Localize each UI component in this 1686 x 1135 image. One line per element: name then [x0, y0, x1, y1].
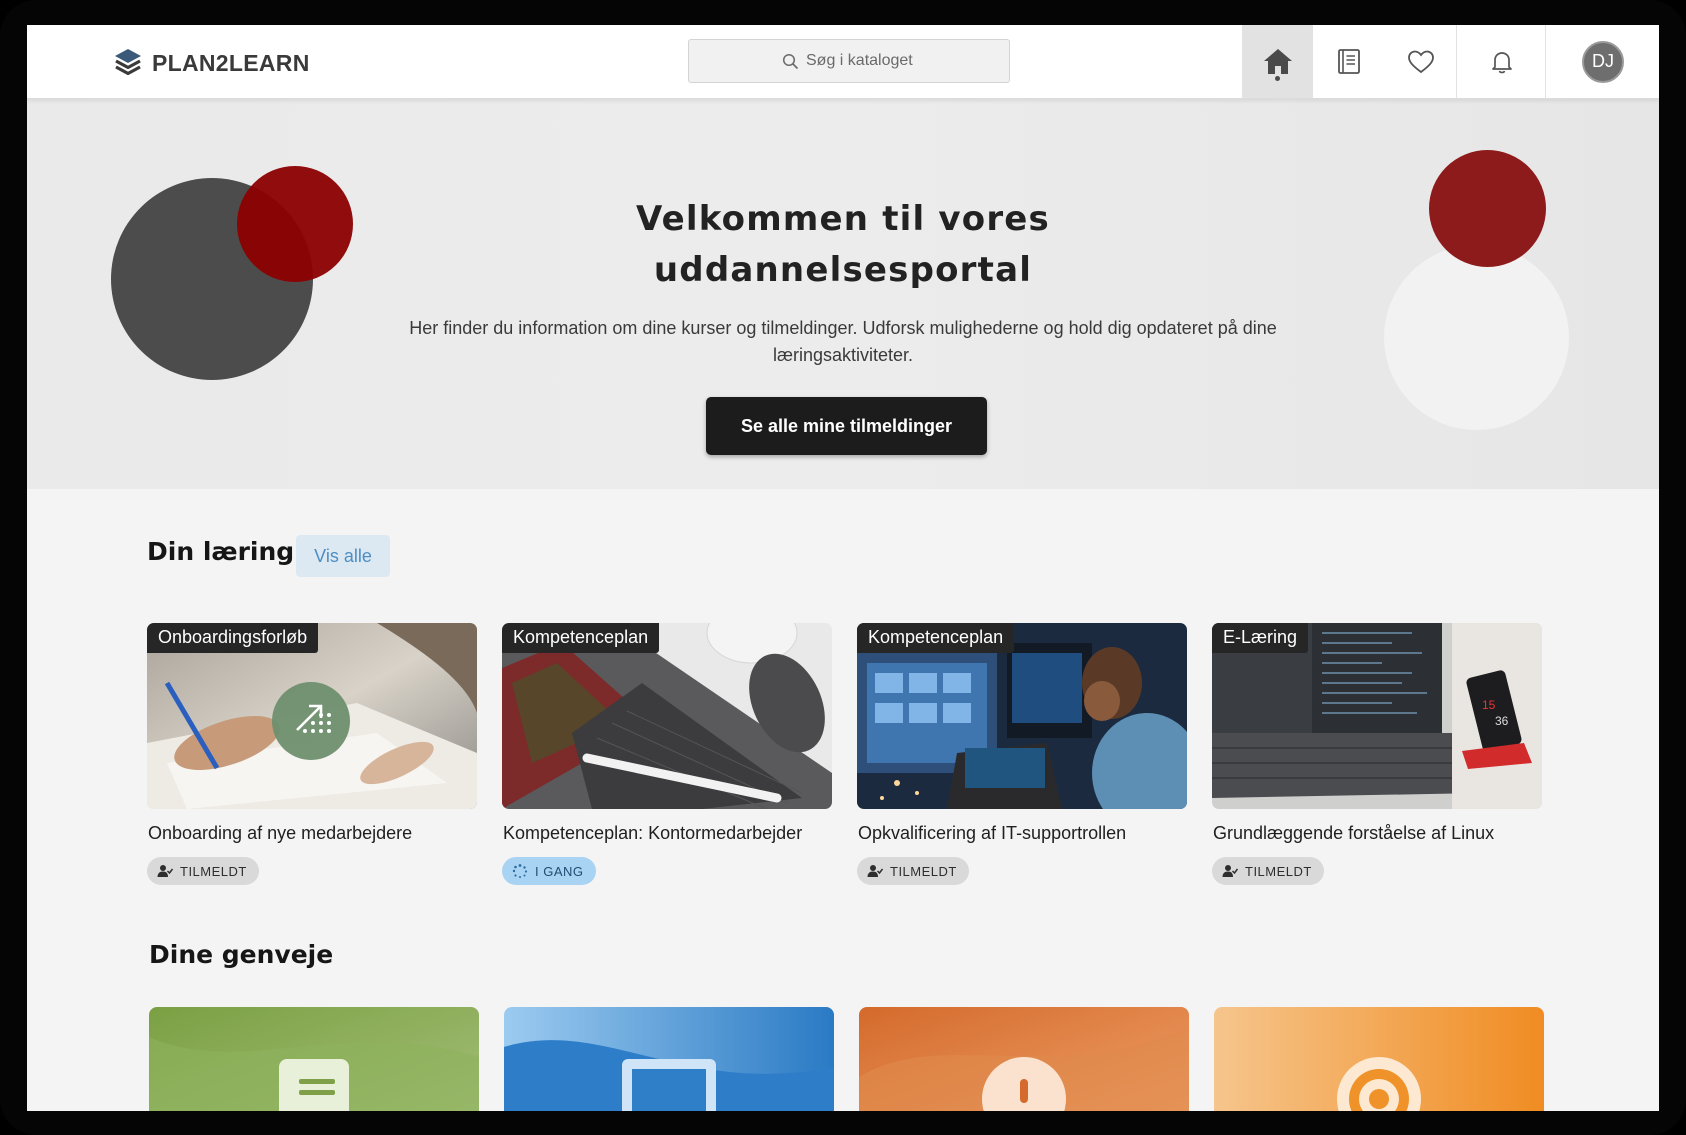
view-all-button[interactable]: Vis alle — [296, 535, 390, 577]
shortcut-tile[interactable] — [859, 1007, 1189, 1111]
status-label: TILMELDT — [890, 863, 957, 879]
shortcuts-section-title: Dine genveje — [149, 940, 334, 969]
user-check-icon — [1222, 865, 1238, 877]
nav-notifications-button[interactable] — [1458, 25, 1546, 98]
course-thumbnail[interactable]: Kompetenceplan — [502, 623, 832, 809]
svg-text:36: 36 — [1495, 714, 1509, 728]
course-title[interactable]: Onboarding af nye medarbejdere — [148, 823, 412, 844]
status-badge: I GANG — [502, 857, 596, 885]
book-icon — [1338, 48, 1360, 74]
search-input[interactable] — [806, 52, 916, 70]
course-thumbnail[interactable]: Kompetenceplan — [857, 623, 1187, 809]
decorative-circle-red — [237, 166, 353, 282]
shortcut-tile[interactable] — [1214, 1007, 1544, 1111]
course-title[interactable]: Kompetenceplan: Kontormedarbejder — [503, 823, 802, 844]
hero-title: Velkommen til vores uddannelsesportal — [636, 199, 1050, 290]
decorative-circle-light — [1384, 245, 1569, 430]
status-badge: TILMELDT — [857, 857, 969, 885]
see-all-enrollments-button[interactable]: Se alle mine tilmeldinger — [706, 397, 987, 455]
course-type-tag: E-Læring — [1212, 623, 1309, 653]
target-icon — [1214, 1007, 1544, 1111]
course-title[interactable]: Grundlæggende forståelse af Linux — [1213, 823, 1494, 844]
course-type-tag: Kompetenceplan — [502, 623, 660, 653]
layers-logo-icon — [115, 49, 141, 76]
course-thumbnail[interactable]: 15 36 E-Læring — [1212, 623, 1542, 809]
user-check-icon — [157, 865, 173, 877]
nav-favorites-button[interactable] — [1385, 25, 1457, 98]
course-card[interactable]: 15 36 E-Læring Grundlæggende forståelse … — [1212, 623, 1542, 885]
search-box[interactable] — [688, 39, 1010, 83]
shortcut-tile[interactable] — [504, 1007, 834, 1111]
course-card[interactable]: Onboardingsforløb Onboarding af nye meda… — [147, 623, 477, 885]
active-indicator — [1275, 76, 1280, 81]
decorative-circle-red-right — [1429, 150, 1546, 267]
course-type-tag: Onboardingsforløb — [147, 623, 319, 653]
course-thumbnail[interactable]: Onboardingsforløb — [147, 623, 477, 809]
course-title[interactable]: Opkvalificering af IT-supportrollen — [858, 823, 1126, 844]
avatar: DJ — [1582, 40, 1624, 83]
learning-section-title: Din læring — [147, 537, 295, 566]
course-card[interactable]: Kompetenceplan Kompetenceplan: Kontormed… — [502, 623, 832, 885]
course-card[interactable]: Kompetenceplan Opkvalificering af IT-sup… — [857, 623, 1187, 885]
course-type-tag: Kompetenceplan — [857, 623, 1015, 653]
app-screen: PLAN2LEARN Søg i kataloget DJ Velkommen … — [27, 25, 1659, 1111]
progress-spinner-icon — [512, 864, 528, 878]
heart-icon — [1407, 50, 1434, 73]
logo-text: PLAN2LEARN — [152, 49, 310, 76]
status-label: TILMELDT — [180, 863, 247, 879]
laptop-icon — [504, 1007, 834, 1111]
hero-subtitle: Her finder du information om dine kurser… — [409, 318, 1277, 365]
shortcut-tile[interactable] — [149, 1007, 479, 1111]
logo[interactable]: PLAN2LEARN — [113, 46, 310, 80]
alert-icon — [859, 1007, 1189, 1111]
user-check-icon — [867, 865, 883, 877]
status-label: I GANG — [535, 863, 584, 879]
status-label: TILMELDT — [1245, 863, 1312, 879]
svg-text:15: 15 — [1482, 698, 1496, 712]
nav-home-button[interactable] — [1242, 25, 1313, 98]
welcome-hero: Velkommen til vores uddannelsesportal He… — [27, 99, 1659, 489]
document-icon — [149, 1007, 479, 1111]
status-badge: TILMELDT — [1212, 857, 1324, 885]
user-menu-button[interactable]: DJ — [1547, 25, 1659, 98]
home-icon — [1263, 48, 1292, 74]
search-icon — [782, 53, 799, 69]
nav-catalog-button[interactable] — [1313, 25, 1385, 98]
status-badge: TILMELDT — [147, 857, 259, 885]
top-header: PLAN2LEARN Søg i kataloget DJ — [27, 25, 1659, 99]
bell-icon — [1491, 51, 1512, 73]
device-frame: PLAN2LEARN Søg i kataloget DJ Velkommen … — [0, 0, 1686, 1135]
